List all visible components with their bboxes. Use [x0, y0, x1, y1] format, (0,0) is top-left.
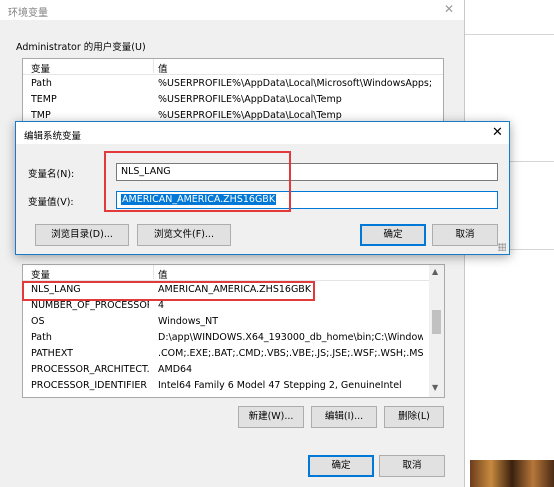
background-divider [465, 34, 554, 35]
variable-name: PROCESSOR_IDENTIFIER [31, 380, 148, 391]
dialog-title: 环境变量 [8, 8, 48, 19]
selected-text: AMERICAN_AMERICA.ZHS16GBK [121, 194, 277, 205]
variable-name: NLS_LANG [31, 284, 81, 295]
variable-name-input[interactable]: NLS_LANG [116, 163, 498, 181]
variable-name: Path [31, 332, 52, 343]
resize-grip[interactable] [498, 243, 506, 251]
variable-value: AMERICAN_AMERICA.ZHS16GBK [158, 284, 312, 295]
variable-value: D:\app\WINDOWS.X64_193000_db_home\bin;C:… [158, 332, 423, 343]
table-row[interactable]: Path %USERPROFILE%\AppData\Local\Microso… [23, 78, 443, 92]
dialog-titlebar: 环境变量 ✕ [0, 0, 464, 20]
user-variables-list[interactable]: 变量 值 Path %USERPROFILE%\AppData\Local\Mi… [22, 58, 444, 122]
browse-directory-button[interactable]: 浏览目录(D)... [35, 224, 129, 246]
table-row[interactable]: NLS_LANG AMERICAN_AMERICA.ZHS16GBK [23, 284, 444, 298]
variable-name: Path [31, 78, 52, 89]
table-row[interactable]: OS Windows_NT [23, 316, 444, 330]
user-variables-group-label: Administrator 的用户变量(U) [16, 42, 146, 53]
variable-name-label: 变量名(N): [28, 169, 75, 180]
dialog-title: 编辑系统变量 [24, 131, 82, 142]
variable-value: Intel64 Family 6 Model 47 Stepping 2, Ge… [158, 380, 402, 391]
ok-button[interactable]: 确定 [360, 224, 426, 246]
background-photo [470, 460, 554, 487]
browse-file-button[interactable]: 浏览文件(F)... [137, 224, 231, 246]
list-header: 变量 值 [23, 59, 443, 75]
new-variable-button[interactable]: 新建(W)... [238, 406, 304, 428]
column-header-variable[interactable]: 变量 [31, 267, 149, 281]
list-header: 变量 值 [23, 265, 444, 281]
table-row[interactable]: TEMP %USERPROFILE%\AppData\Local\Temp [23, 94, 443, 108]
table-row[interactable]: Path D:\app\WINDOWS.X64_193000_db_home\b… [23, 332, 444, 346]
variable-value: AMD64 [158, 364, 193, 375]
variable-value: %USERPROFILE%\AppData\Local\Temp [158, 110, 342, 121]
cancel-button[interactable]: 取消 [432, 224, 498, 246]
column-header-value[interactable]: 值 [158, 267, 168, 281]
edit-system-variable-dialog: 编辑系统变量 ✕ 变量名(N): NLS_LANG 变量值(V): AMERIC… [15, 121, 510, 255]
variable-value: .COM;.EXE;.BAT;.CMD;.VBS;.VBE;.JS;.JSE;.… [158, 348, 423, 359]
ok-button[interactable]: 确定 [308, 455, 374, 477]
variable-name: PATHEXT [31, 348, 73, 359]
variable-value-input[interactable]: AMERICAN_AMERICA.ZHS16GBK [116, 191, 498, 209]
table-row[interactable]: PROCESSOR_IDENTIFIER Intel64 Family 6 Mo… [23, 380, 444, 394]
variable-name: TEMP [31, 94, 57, 105]
dialog-titlebar: 编辑系统变量 ✕ [16, 122, 509, 144]
system-variables-list[interactable]: 变量 值 NLS_LANG AMERICAN_AMERICA.ZHS16GBK … [22, 264, 445, 398]
variable-value: %USERPROFILE%\AppData\Local\Temp [158, 94, 342, 105]
table-row[interactable]: NUMBER_OF_PROCESSORS 4 [23, 300, 444, 314]
column-header-variable[interactable]: 变量 [31, 61, 149, 75]
scrollbar-thumb[interactable] [432, 310, 441, 334]
cancel-button[interactable]: 取消 [379, 455, 445, 477]
variable-name-value: NLS_LANG [121, 166, 171, 177]
table-row[interactable]: PROCESSOR_ARCHITECT... AMD64 [23, 364, 444, 378]
variable-name: NUMBER_OF_PROCESSORS [31, 300, 149, 311]
chevron-down-icon[interactable]: ▼ [432, 383, 438, 392]
column-header-value[interactable]: 值 [158, 61, 168, 75]
chevron-up-icon[interactable]: ▲ [432, 267, 438, 276]
variable-name: TMP [31, 110, 51, 121]
close-icon[interactable]: ✕ [492, 125, 503, 140]
variable-value: Windows_NT [158, 316, 219, 327]
edit-variable-button[interactable]: 编辑(I)... [311, 406, 377, 428]
vertical-scrollbar[interactable]: ▲ ▼ [429, 265, 444, 397]
variable-value: %USERPROFILE%\AppData\Local\Microsoft\Wi… [158, 78, 433, 89]
variable-value-label: 变量值(V): [28, 197, 74, 208]
close-icon[interactable]: ✕ [444, 2, 454, 16]
variable-name: OS [31, 316, 45, 327]
variable-value: 4 [158, 300, 165, 311]
variable-name: PROCESSOR_ARCHITECT... [31, 364, 149, 375]
delete-variable-button[interactable]: 删除(L) [384, 406, 444, 428]
table-row[interactable]: PATHEXT .COM;.EXE;.BAT;.CMD;.VBS;.VBE;.J… [23, 348, 444, 362]
